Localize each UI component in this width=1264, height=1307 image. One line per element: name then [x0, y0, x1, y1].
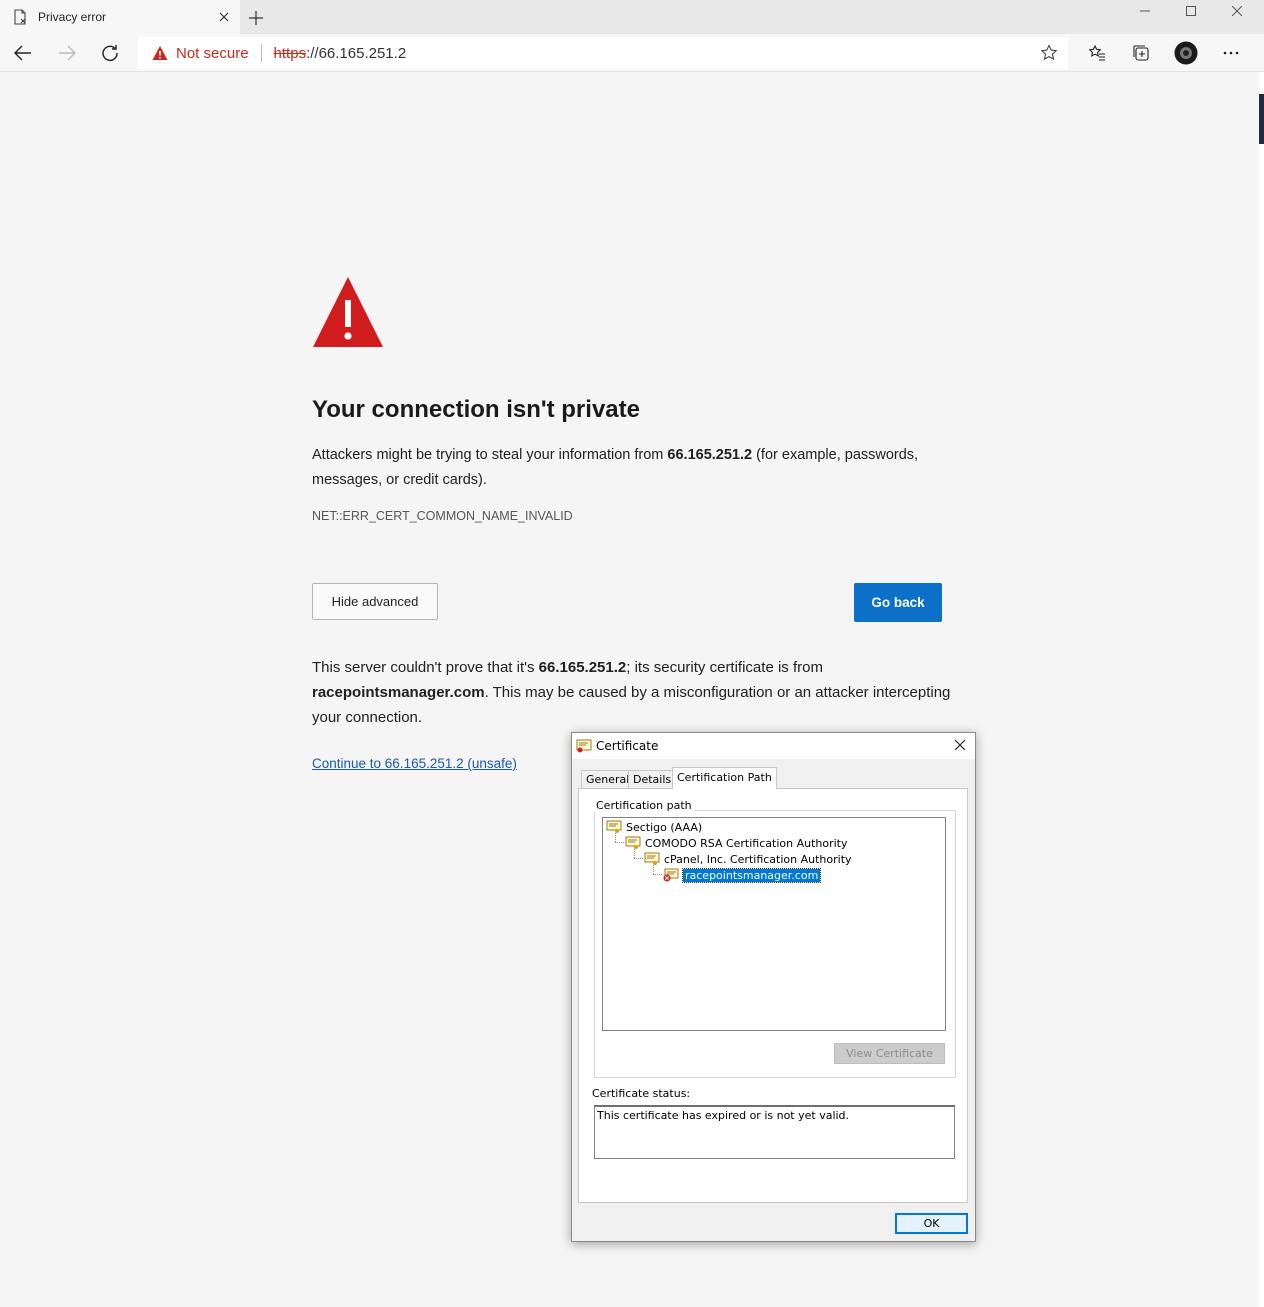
close-window-button[interactable] — [1214, 0, 1260, 22]
arrow-left-icon — [14, 45, 31, 61]
certificate-status-text[interactable]: This certificate has expired or is not y… — [594, 1105, 955, 1159]
tab-strip: Privacy error — [0, 0, 1264, 34]
address-bar[interactable]: Not secure https ://66.165.251.2 — [138, 37, 1068, 69]
window-edge — [1259, 72, 1264, 1307]
refresh-button[interactable] — [95, 38, 125, 68]
intro-text-1: Attackers might be trying to steal your … — [312, 447, 668, 463]
tab-general[interactable]: General — [581, 770, 635, 788]
arrow-right-icon — [59, 45, 76, 61]
forward-button[interactable] — [52, 38, 82, 68]
certification-path-tree[interactable]: Sectigo (AAA) COMODO RSA Certification A… — [602, 817, 946, 1031]
maximize-icon — [1186, 6, 1196, 16]
tab-certification-path[interactable]: Certification Path — [672, 767, 777, 789]
close-tab-icon[interactable] — [216, 9, 232, 25]
ok-button[interactable]: OK — [895, 1213, 968, 1234]
dialog-titlebar[interactable]: Certificate — [572, 733, 975, 759]
refresh-icon — [102, 45, 118, 62]
certificate-icon — [606, 820, 622, 833]
tree-item-label: COMODO RSA Certification Authority — [645, 836, 848, 850]
collections-icon — [1133, 45, 1149, 61]
collections-button[interactable] — [1126, 38, 1156, 68]
tree-item-label: racepointsmanager.com — [681, 867, 822, 883]
profile-button[interactable] — [1171, 38, 1201, 68]
go-back-button[interactable]: Go back — [854, 583, 942, 622]
omnibox-divider — [260, 44, 262, 62]
tab-title: Privacy error — [38, 10, 107, 24]
settings-more-button[interactable] — [1216, 38, 1246, 68]
back-button[interactable] — [8, 38, 38, 68]
intro-host: 66.165.251.2 — [667, 447, 753, 463]
avatar — [1174, 41, 1198, 65]
page-title: Your connection isn't private — [312, 396, 640, 423]
tree-item-intermediate-2[interactable]: cPanel, Inc. Certification Authority — [644, 851, 852, 867]
maximize-button[interactable] — [1168, 0, 1214, 22]
tree-item-label: cPanel, Inc. Certification Authority — [664, 852, 852, 866]
certification-path-label: Certification path — [594, 799, 694, 812]
favorites-list-icon — [1088, 44, 1105, 61]
certificate-dialog: Certificate General Details Certificatio… — [571, 732, 976, 1242]
not-secure-label[interactable]: Not secure — [176, 45, 249, 62]
certificate-icon — [576, 739, 592, 753]
url-scheme: https — [273, 44, 307, 62]
view-certificate-button: View Certificate — [834, 1043, 945, 1064]
intro-paragraph: Attackers might be trying to steal your … — [312, 443, 952, 493]
add-favorite-star-icon[interactable] — [1040, 44, 1058, 62]
close-icon — [1232, 6, 1242, 16]
tree-item-label: Sectigo (AAA) — [626, 820, 703, 834]
details-host: 66.165.251.2 — [538, 659, 627, 676]
warning-triangle-icon — [313, 277, 383, 347]
favorites-button[interactable] — [1082, 38, 1112, 68]
details-text-1: This server couldn't prove that it's — [312, 659, 539, 676]
minimize-icon — [1140, 10, 1150, 12]
certificate-icon — [625, 836, 641, 849]
certificate-icon — [644, 852, 660, 865]
tree-item-intermediate-1[interactable]: COMODO RSA Certification Authority — [625, 835, 848, 851]
error-code: NET::ERR_CERT_COMMON_NAME_INVALID — [312, 509, 573, 523]
plus-icon — [249, 11, 263, 25]
details-paragraph: This server couldn't prove that it's 66.… — [312, 655, 952, 730]
warning-triangle-icon — [152, 46, 168, 60]
details-text-2: ; its security certificate is from — [626, 659, 823, 676]
tab-privacy-error[interactable]: Privacy error — [0, 0, 240, 34]
tree-item-root[interactable]: Sectigo (AAA) — [606, 819, 702, 835]
certificate-status-label: Certificate status: — [592, 1087, 691, 1100]
tree-item-leaf-selected[interactable]: racepointsmanager.com — [663, 867, 822, 883]
hide-advanced-button[interactable]: Hide advanced — [312, 583, 438, 620]
continue-unsafe-link[interactable]: Continue to 66.165.251.2 (unsafe) — [312, 756, 517, 771]
details-domain: racepointsmanager.com — [312, 684, 485, 701]
new-tab-button[interactable] — [246, 8, 266, 28]
page-error-icon — [14, 9, 26, 25]
close-icon[interactable] — [953, 738, 967, 752]
minimize-button[interactable] — [1122, 0, 1168, 22]
more-dots-icon — [1223, 51, 1239, 55]
browser-toolbar: Not secure https ://66.165.251.2 — [0, 34, 1264, 72]
tab-details[interactable]: Details — [628, 770, 677, 788]
dialog-title: Certificate — [596, 739, 659, 753]
certificate-error-icon — [663, 868, 679, 882]
url-host: ://66.165.251.2 — [306, 44, 407, 62]
